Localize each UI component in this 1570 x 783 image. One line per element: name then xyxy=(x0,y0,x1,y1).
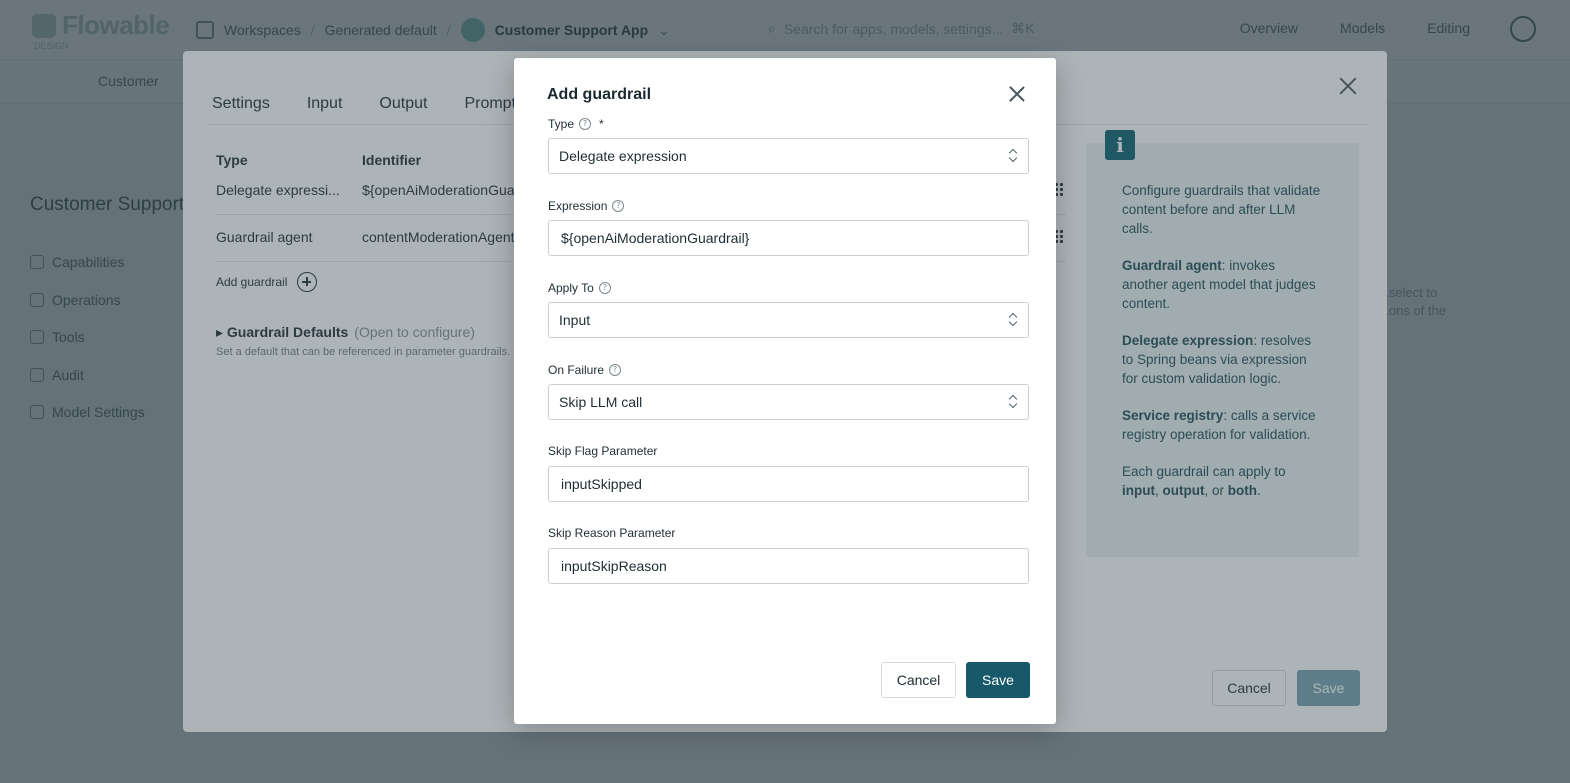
required-marker: * xyxy=(599,117,604,131)
on-failure-select-value: Skip LLM call xyxy=(559,394,643,410)
apply-to-select[interactable]: Input xyxy=(548,302,1029,338)
apply-to-label: Apply To ? xyxy=(548,281,611,295)
type-label: Type ? * xyxy=(548,117,604,131)
on-failure-label-text: On Failure xyxy=(548,363,605,377)
help-icon[interactable]: ? xyxy=(612,200,625,212)
select-caret-icon xyxy=(1008,148,1018,164)
skip-reason-label-text: Skip Reason Parameter xyxy=(548,526,676,540)
skip-flag-label: Skip Flag Parameter xyxy=(548,444,657,458)
type-label-text: Type xyxy=(548,117,575,131)
cancel-button[interactable]: Cancel xyxy=(881,662,956,698)
type-select-value: Delegate expression xyxy=(559,148,687,164)
on-failure-select[interactable]: Skip LLM call xyxy=(548,384,1029,420)
skip-flag-label-text: Skip Flag Parameter xyxy=(548,444,658,458)
save-button[interactable]: Save xyxy=(966,662,1030,698)
expression-label: Expression ? xyxy=(548,199,625,213)
dialog-title: Add guardrail xyxy=(547,86,652,103)
apply-to-select-value: Input xyxy=(559,312,591,328)
skip-flag-input[interactable] xyxy=(548,466,1029,502)
help-icon[interactable]: ? xyxy=(609,364,622,376)
on-failure-label: On Failure ? xyxy=(548,363,622,377)
skip-reason-input[interactable] xyxy=(548,548,1029,584)
select-caret-icon xyxy=(1008,394,1018,410)
expression-label-text: Expression xyxy=(548,199,608,213)
skip-reason-label: Skip Reason Parameter xyxy=(548,526,675,540)
add-guardrail-dialog: Add guardrail Type ? * Delegate expressi… xyxy=(514,58,1056,724)
select-caret-icon xyxy=(1008,312,1018,328)
close-icon[interactable] xyxy=(1009,86,1025,102)
expression-input[interactable] xyxy=(548,220,1029,256)
type-select[interactable]: Delegate expression xyxy=(548,138,1029,174)
apply-to-label-text: Apply To xyxy=(548,281,594,295)
help-icon[interactable]: ? xyxy=(579,118,592,130)
help-icon[interactable]: ? xyxy=(598,282,611,294)
